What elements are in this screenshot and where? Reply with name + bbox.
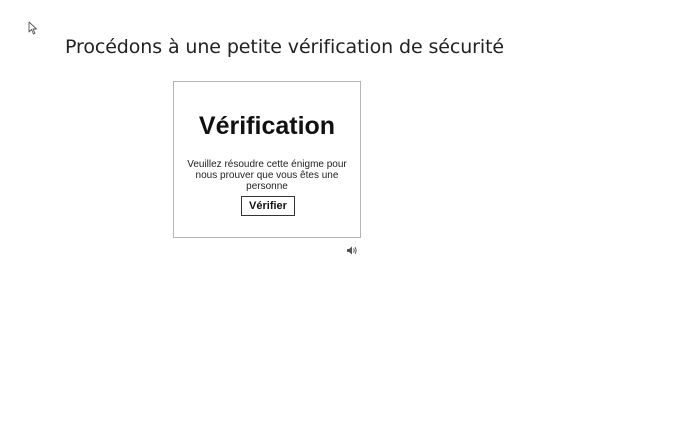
mouse-pointer-icon: [28, 21, 37, 35]
page: Procédons à une petite vérification de s…: [0, 0, 690, 436]
page-title: Procédons à une petite vérification de s…: [65, 36, 505, 58]
captcha-heading: Vérification: [198, 112, 336, 140]
verify-button[interactable]: Vérifier: [241, 196, 295, 216]
captcha-instructions: Veuillez résoudre cette énigme pour nous…: [187, 159, 347, 192]
captcha-widget: Vérification Veuillez résoudre cette éni…: [173, 81, 361, 238]
speaker-icon[interactable]: [346, 245, 358, 256]
